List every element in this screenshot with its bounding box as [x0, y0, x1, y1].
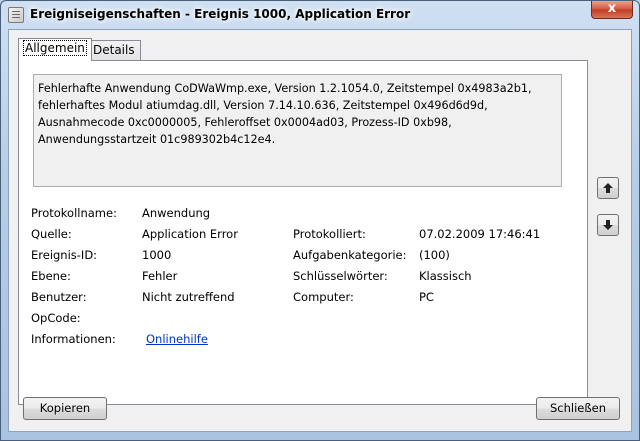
tab-allgemein-label: Allgemein	[23, 40, 87, 56]
label-computer: Computer:	[293, 290, 354, 304]
event-description-text: Fehlerhafte Anwendung CoDWaWmp.exe, Vers…	[38, 82, 532, 146]
window-bottom-border	[1, 432, 639, 440]
dialog-client-area: Allgemein Details Fehlerhafte Anwendung …	[8, 29, 632, 432]
onlinehilfe-link[interactable]: Onlinehilfe	[146, 332, 208, 346]
window-close-button[interactable]: x	[591, 1, 633, 19]
window-title: Ereigniseigenschaften - Ereignis 1000, A…	[30, 7, 411, 21]
label-aufgabenkategorie: Aufgabenkategorie:	[293, 248, 407, 262]
arrow-up-icon	[603, 183, 613, 193]
next-event-button[interactable]	[597, 214, 619, 236]
value-benutzer: Nicht zutreffend	[142, 290, 235, 304]
value-protokolliert: 07.02.2009 17:46:41	[419, 227, 541, 241]
label-benutzer: Benutzer:	[31, 290, 87, 304]
label-ebene: Ebene:	[31, 269, 71, 283]
title-bar[interactable]: Ereigniseigenschaften - Ereignis 1000, A…	[1, 1, 639, 29]
close-button[interactable]: Schließen	[536, 397, 620, 420]
label-ereignis-id: Ereignis-ID:	[31, 248, 98, 262]
value-aufgabenkategorie: (100)	[419, 248, 450, 262]
label-opcode: OpCode:	[31, 311, 81, 325]
previous-event-button[interactable]	[597, 177, 619, 199]
arrow-down-icon	[603, 220, 613, 230]
event-properties-window: Ereigniseigenschaften - Ereignis 1000, A…	[0, 0, 640, 441]
value-protokollname: Anwendung	[142, 206, 211, 220]
label-quelle: Quelle:	[31, 227, 72, 241]
tab-details-label: Details	[93, 43, 135, 57]
event-description-box[interactable]: Fehlerhafte Anwendung CoDWaWmp.exe, Vers…	[33, 74, 562, 187]
label-protokolliert: Protokolliert:	[293, 227, 366, 241]
label-informationen: Informationen:	[31, 332, 116, 346]
value-quelle: Application Error	[142, 227, 238, 241]
tab-allgemein[interactable]: Allgemein	[18, 38, 92, 61]
copy-button[interactable]: Kopieren	[23, 397, 107, 420]
value-ebene: Fehler	[142, 269, 178, 283]
label-protokollname: Protokollname:	[31, 206, 117, 220]
tab-details[interactable]: Details	[87, 40, 141, 60]
event-viewer-icon	[8, 7, 24, 23]
value-schluesselwoerter: Klassisch	[419, 269, 472, 283]
value-computer: PC	[419, 290, 434, 304]
value-ereignis-id: 1000	[142, 248, 172, 262]
label-schluesselwoerter: Schlüsselwörter:	[293, 269, 388, 283]
